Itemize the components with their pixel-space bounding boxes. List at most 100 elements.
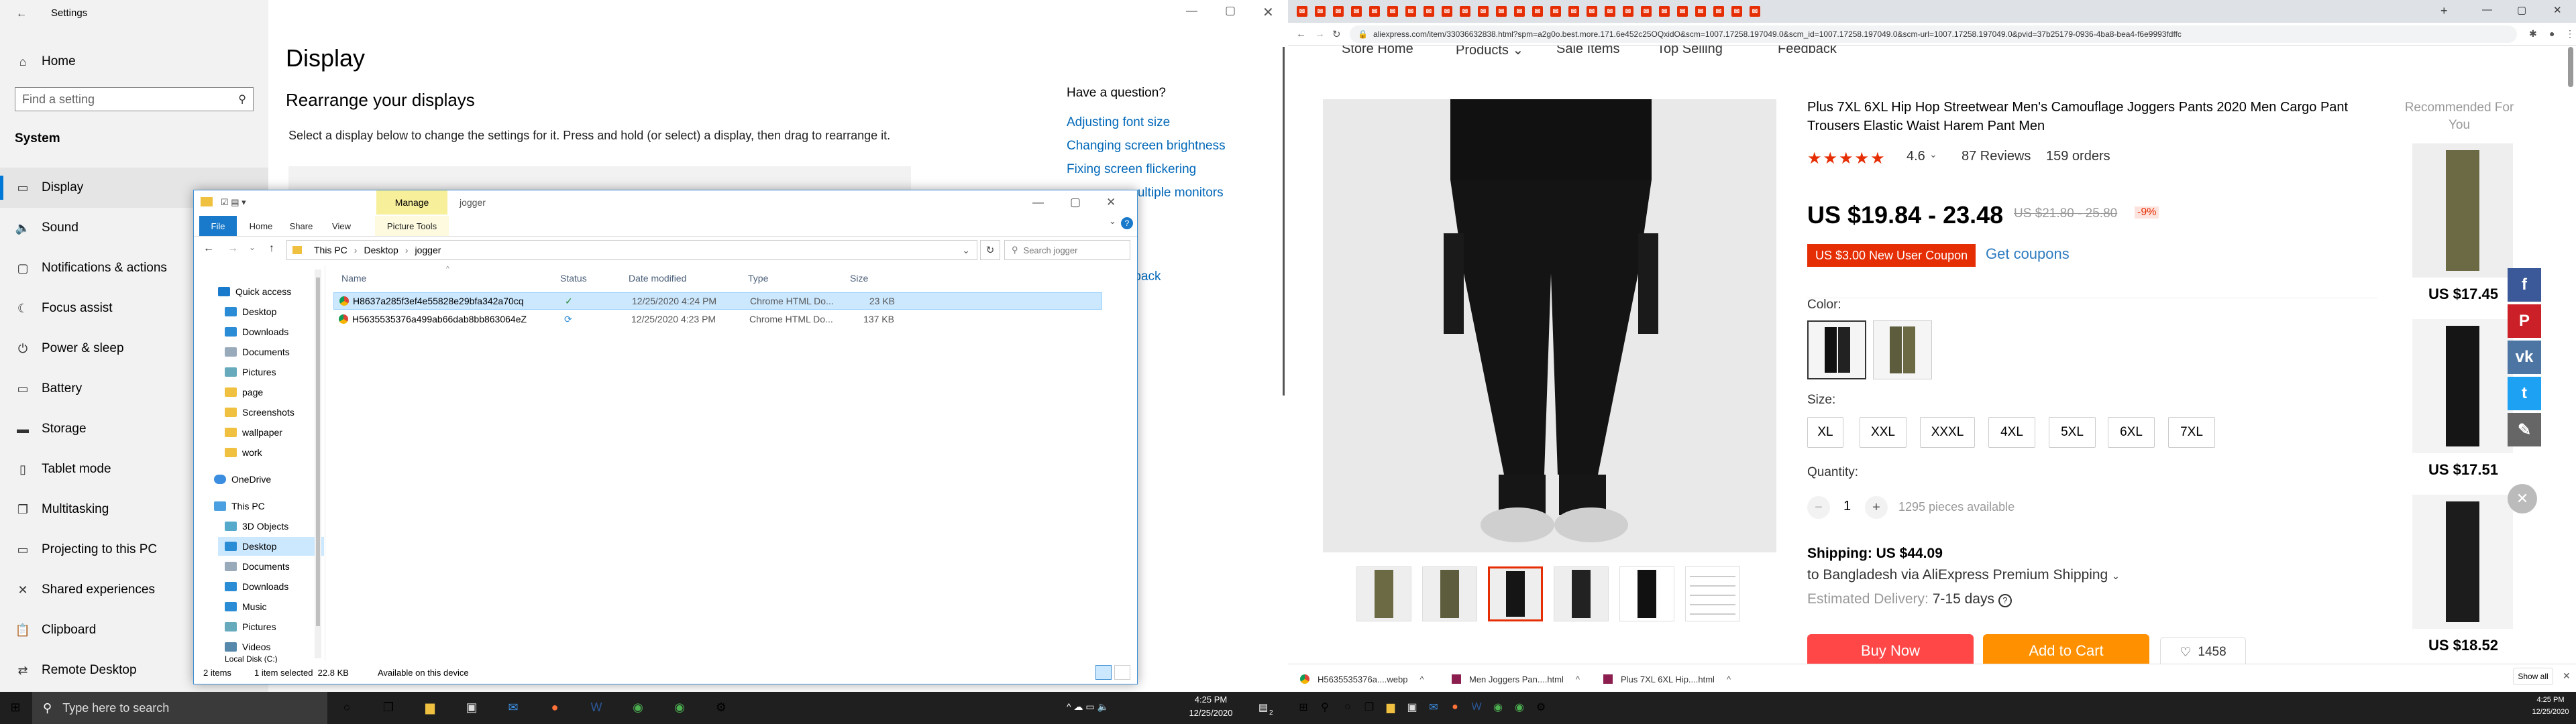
menu-icon[interactable]: ⋮ <box>2565 28 2575 40</box>
browser-tab[interactable]: ✉ <box>1638 4 1655 19</box>
store-icon[interactable]: ▣ <box>1402 697 1422 717</box>
browser-tab[interactable]: ✉ <box>1493 4 1510 19</box>
size-option[interactable]: XL <box>1807 417 1843 448</box>
details-view-icon[interactable] <box>1095 665 1112 680</box>
back-arrow-icon[interactable]: ← <box>1296 28 1306 40</box>
browser-tab[interactable]: ✉ <box>1293 4 1311 19</box>
tree-this-pc[interactable]: This PC <box>214 497 265 516</box>
browser-tab[interactable]: ✉ <box>1384 4 1401 19</box>
size-option[interactable]: XXL <box>1860 417 1907 448</box>
thumbnail-selected[interactable] <box>1488 566 1543 621</box>
clock-date[interactable]: 12/25/2020 <box>1181 708 1241 718</box>
browser-tab[interactable]: ✉ <box>1456 4 1474 19</box>
chevron-up-icon[interactable]: ^ <box>1419 674 1424 684</box>
breadcrumb-item[interactable]: This PC <box>314 245 347 255</box>
browser-tab[interactable]: ✉ <box>1330 4 1347 19</box>
tab-share[interactable]: Share <box>281 216 321 236</box>
system-tray-icons[interactable]: ^ ☁ ▭ 🔈 <box>1067 701 1109 713</box>
table-row[interactable]: H5635535376a499ab66dab8bb863064eZ ⟳ 12/2… <box>333 310 1102 328</box>
reload-icon[interactable]: ↻ <box>1332 28 1341 40</box>
chrome-icon[interactable]: ◉ <box>1488 697 1508 717</box>
browser-tab[interactable]: ✉ <box>1529 4 1546 19</box>
help-link[interactable]: ...ultiple monitors <box>1127 186 1224 200</box>
thumbnail[interactable] <box>1619 566 1674 621</box>
download-item[interactable]: H5635535376a....webp ^ <box>1300 670 1424 688</box>
chrome-icon[interactable]: ◉ <box>628 697 648 717</box>
tree-quick-access[interactable]: Quick access <box>218 282 291 301</box>
chevron-down-icon[interactable]: ⌄ <box>962 245 970 256</box>
size-option[interactable]: 6XL <box>2108 417 2155 448</box>
minimize-icon[interactable]: — <box>2482 4 2492 15</box>
large-icons-view-icon[interactable] <box>1114 665 1130 680</box>
minimize-icon[interactable]: — <box>1186 4 1197 17</box>
store-icon[interactable]: ▣ <box>462 697 482 717</box>
firefox-icon[interactable]: ● <box>545 697 565 717</box>
browser-tab[interactable]: ✉ <box>1311 4 1329 19</box>
tree-documents-pc[interactable]: Documents <box>225 557 290 576</box>
explorer-search-input[interactable]: ⚲ Search jogger <box>1004 240 1130 260</box>
tree-onedrive[interactable]: OneDrive <box>214 470 271 489</box>
tree-3d-objects[interactable]: 3D Objects <box>225 517 288 536</box>
shipping-destination[interactable]: to Bangladesh via AliExpress Premium Shi… <box>1807 567 2120 583</box>
thumbnail[interactable] <box>1554 566 1609 621</box>
browser-tab[interactable]: ✉ <box>1438 4 1456 19</box>
browser-tab[interactable]: ✉ <box>1474 4 1492 19</box>
maximize-icon[interactable]: ▢ <box>1070 196 1081 209</box>
tab-home[interactable]: Home <box>241 216 281 236</box>
browser-tab[interactable]: ✉ <box>1656 4 1673 19</box>
close-icon[interactable]: ✕ <box>2553 4 2562 16</box>
url-bar[interactable]: 🔒 aliexpress.com/item/33036632838.html?s… <box>1350 25 2517 43</box>
clock-date[interactable]: 12/25/2020 <box>2530 708 2571 716</box>
edit-icon[interactable]: ✎ <box>2508 413 2541 446</box>
column-date[interactable]: Date modified <box>629 273 686 284</box>
maximize-icon[interactable]: ▢ <box>2517 4 2526 16</box>
recommended-image[interactable] <box>2412 495 2513 629</box>
forward-arrow-icon[interactable]: → <box>227 243 238 255</box>
tree-downloads-pc[interactable]: Downloads <box>225 577 288 596</box>
windows-start-icon[interactable]: ⊞ <box>1293 697 1313 717</box>
scrollbar[interactable] <box>1283 47 1285 396</box>
help-icon[interactable]: ? <box>1998 593 2012 607</box>
firefox-icon[interactable]: ● <box>1445 697 1465 717</box>
taskbar-search-box[interactable]: ⚲ Type here to search <box>32 692 327 724</box>
close-icon[interactable]: ✕ <box>1263 4 1274 21</box>
notification-icon[interactable]: ▤ <box>1258 701 1268 713</box>
store-nav-link[interactable]: Products ⌄ <box>1456 46 1523 58</box>
recommended-image[interactable] <box>2412 319 2513 453</box>
nav-home[interactable]: ⌂ Home <box>0 42 268 82</box>
minimize-icon[interactable]: — <box>1032 196 1044 209</box>
chevron-up-icon[interactable]: ^ <box>1727 674 1731 684</box>
windows-start-icon[interactable]: ⊞ <box>5 697 25 717</box>
extensions-icon[interactable]: ✱ <box>2529 28 2537 40</box>
column-status[interactable]: Status <box>560 273 587 284</box>
browser-tab[interactable]: ✉ <box>1366 4 1383 19</box>
browser-tab[interactable]: ✉ <box>1348 4 1365 19</box>
recommended-image[interactable] <box>2412 143 2513 278</box>
word-icon[interactable]: W <box>1466 697 1487 717</box>
column-size[interactable]: Size <box>850 273 868 284</box>
chrome-alt-icon[interactable]: ◉ <box>1509 697 1529 717</box>
manage-tab[interactable]: Manage <box>376 190 447 215</box>
browser-tab[interactable]: ✉ <box>1511 4 1528 19</box>
browser-tab[interactable]: ✉ <box>1619 4 1637 19</box>
store-nav-link[interactable]: Sale Items <box>1556 46 1619 57</box>
task-view-icon[interactable]: ❐ <box>378 697 398 717</box>
tab-view[interactable]: View <box>321 216 362 236</box>
browser-tab[interactable]: ✉ <box>1565 4 1582 19</box>
tree-screenshots[interactable]: Screenshots <box>225 403 294 422</box>
color-swatch-camo[interactable] <box>1873 320 1932 379</box>
show-all-button[interactable]: Show all <box>2513 668 2553 685</box>
browser-tab[interactable]: ✉ <box>1601 4 1619 19</box>
tree-work[interactable]: work <box>225 443 262 462</box>
browser-tab[interactable]: ✉ <box>1583 4 1601 19</box>
search-icon[interactable]: ⚲ <box>1315 697 1335 717</box>
buy-now-button[interactable]: Buy Now <box>1807 634 1974 668</box>
settings-gear-icon[interactable]: ⚙ <box>711 697 731 717</box>
close-icon[interactable]: ✕ <box>2508 484 2537 514</box>
breadcrumb-item[interactable]: jogger <box>415 245 441 255</box>
forward-arrow-icon[interactable]: → <box>1315 28 1325 40</box>
tree-desktop-selected[interactable]: Desktop <box>218 537 324 556</box>
file-explorer-icon[interactable]: ▆ <box>420 697 440 717</box>
store-nav-link[interactable]: Feedback <box>1778 46 1837 57</box>
help-link[interactable]: Changing screen brightness <box>1067 139 1226 154</box>
